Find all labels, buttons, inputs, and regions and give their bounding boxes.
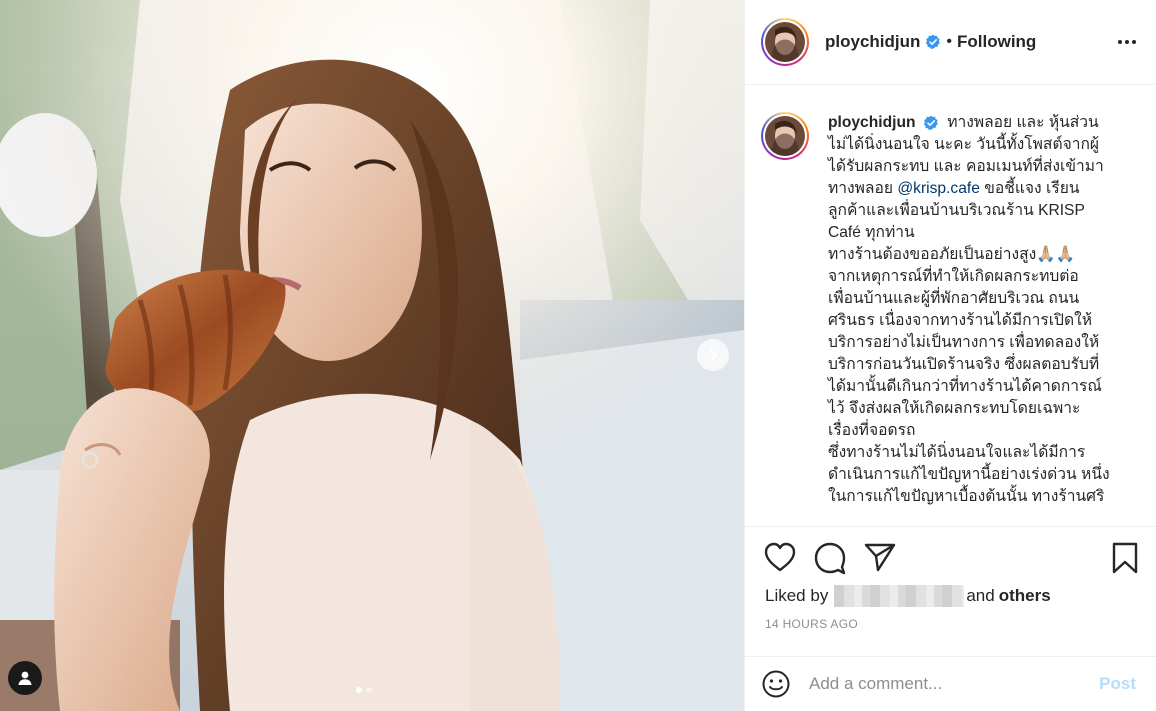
caption-line: ได้รับผลกระทบ และ คอมเมนท์ที่ส่งเข้ามา	[828, 158, 1104, 175]
bookmark-icon[interactable]	[1110, 541, 1140, 575]
more-options-icon[interactable]	[1114, 30, 1140, 54]
caption-text: ploychidjun ทางพลอย และ หุ้นส่วน ไม่ได้น…	[828, 112, 1128, 508]
post-image-carousel[interactable]	[0, 0, 744, 711]
chevron-right-icon	[709, 348, 718, 362]
caption: ploychidjun ทางพลอย และ หุ้นส่วน ไม่ได้น…	[761, 112, 1140, 508]
caption-line: ทางพลอย และ หุ้นส่วน	[947, 114, 1099, 131]
comment-input[interactable]	[809, 674, 1100, 694]
mention-link[interactable]: @krisp.cafe	[897, 180, 980, 197]
caption-line: ศรินธร เนื่องจากทางร้านได้มีการเปิดให้	[828, 312, 1092, 329]
caption-line: ในการแก้ไขปัญหาเบื้องต้นนั้น ทางร้านศริ	[828, 488, 1105, 505]
caption-line: เพื่อนบ้านและผู้ที่พักอาศัยบริเวณ ถนน	[828, 290, 1080, 307]
carousel-dot	[366, 687, 372, 693]
caption-line: บริการอย่างไม่เป็นทางการ เพื่อทดลองให้	[828, 334, 1100, 351]
comment-composer: Post	[745, 656, 1156, 711]
caption-line: ได้มานั้นดีเกินกว่าที่ทางร้านได้คาดการณ์	[828, 378, 1102, 395]
verified-badge-icon	[926, 34, 941, 50]
caption-line: ซึ่งทางร้านไม่ได้นิ่งนอนใจและได้มีการ	[828, 444, 1086, 461]
author-username[interactable]: ploychidjun	[825, 32, 920, 52]
user-icon	[18, 671, 32, 685]
carousel-dot-active	[356, 687, 362, 693]
tagged-users-button[interactable]	[8, 661, 42, 695]
action-icons	[763, 541, 1140, 575]
caption-line: ขอชี้แจง เรียน	[984, 180, 1080, 197]
caption-line: ทางพลอย	[828, 180, 893, 197]
send-icon[interactable]	[863, 541, 897, 573]
caption-author-avatar[interactable]	[761, 112, 809, 160]
caption-line: ดำเนินการแก้ไขปัญหานี้อย่างเร่งด่วน หนึ่…	[828, 466, 1110, 483]
post-actions: Liked by and others 14 HOURS AGO	[745, 526, 1156, 656]
author-avatar[interactable]	[761, 18, 809, 66]
post-timestamp[interactable]: 14 HOURS AGO	[765, 617, 858, 631]
separator-dot: •	[946, 33, 952, 50]
caption-username[interactable]: ploychidjun	[828, 114, 916, 131]
caption-line: ไว้ จึงส่งผลให้เกิดผลกระทบโดยเฉพาะ	[828, 400, 1081, 417]
likes-summary[interactable]: Liked by and others	[765, 585, 1051, 607]
carousel-indicator	[356, 687, 372, 693]
caption-line: จากเหตุการณ์ที่ทำให้เกิดผลกระทบต่อ	[828, 268, 1079, 285]
caption-line: เรื่องที่จอดรถ	[828, 422, 916, 439]
likes-and-label: and	[966, 586, 995, 605]
avatar-image	[765, 116, 805, 156]
caption-line: Café ทุกท่าน	[828, 224, 915, 241]
post-photo	[0, 0, 744, 711]
post-comment-button[interactable]: Post	[1099, 674, 1136, 694]
smiley-icon[interactable]	[761, 669, 791, 699]
caption-line: ทางร้านต้องขออภัยเป็นอย่างสูง🙏🏼🙏🏼	[828, 246, 1076, 263]
next-image-button[interactable]	[697, 339, 729, 371]
heart-icon[interactable]	[763, 541, 797, 573]
comments-section[interactable]: ploychidjun ทางพลอย และ หุ้นส่วน ไม่ได้น…	[745, 86, 1156, 526]
following-button[interactable]: Following	[957, 32, 1036, 52]
comment-icon[interactable]	[813, 541, 847, 575]
post-sidebar: ploychidjun • Following ploychidjun ทางพ…	[744, 0, 1156, 711]
caption-line: ไม่ได้นิ่งนอนใจ นะคะ วันนี้ทั้งโพสต์จากผ…	[828, 136, 1100, 153]
post-header: ploychidjun • Following	[745, 0, 1156, 85]
caption-line: ลูกค้าและเพื่อนบ้านบริเวณร้าน KRISP	[828, 202, 1085, 219]
likes-others-link[interactable]: others	[999, 586, 1051, 606]
caption-line: บริการก่อนวันเปิดร้านจริง ซึ่งผลตอบรับที…	[828, 356, 1100, 373]
blurred-usernames	[834, 585, 965, 607]
liked-by-label: Liked by	[765, 586, 829, 605]
verified-badge-icon	[923, 115, 938, 131]
avatar-image	[765, 22, 805, 62]
